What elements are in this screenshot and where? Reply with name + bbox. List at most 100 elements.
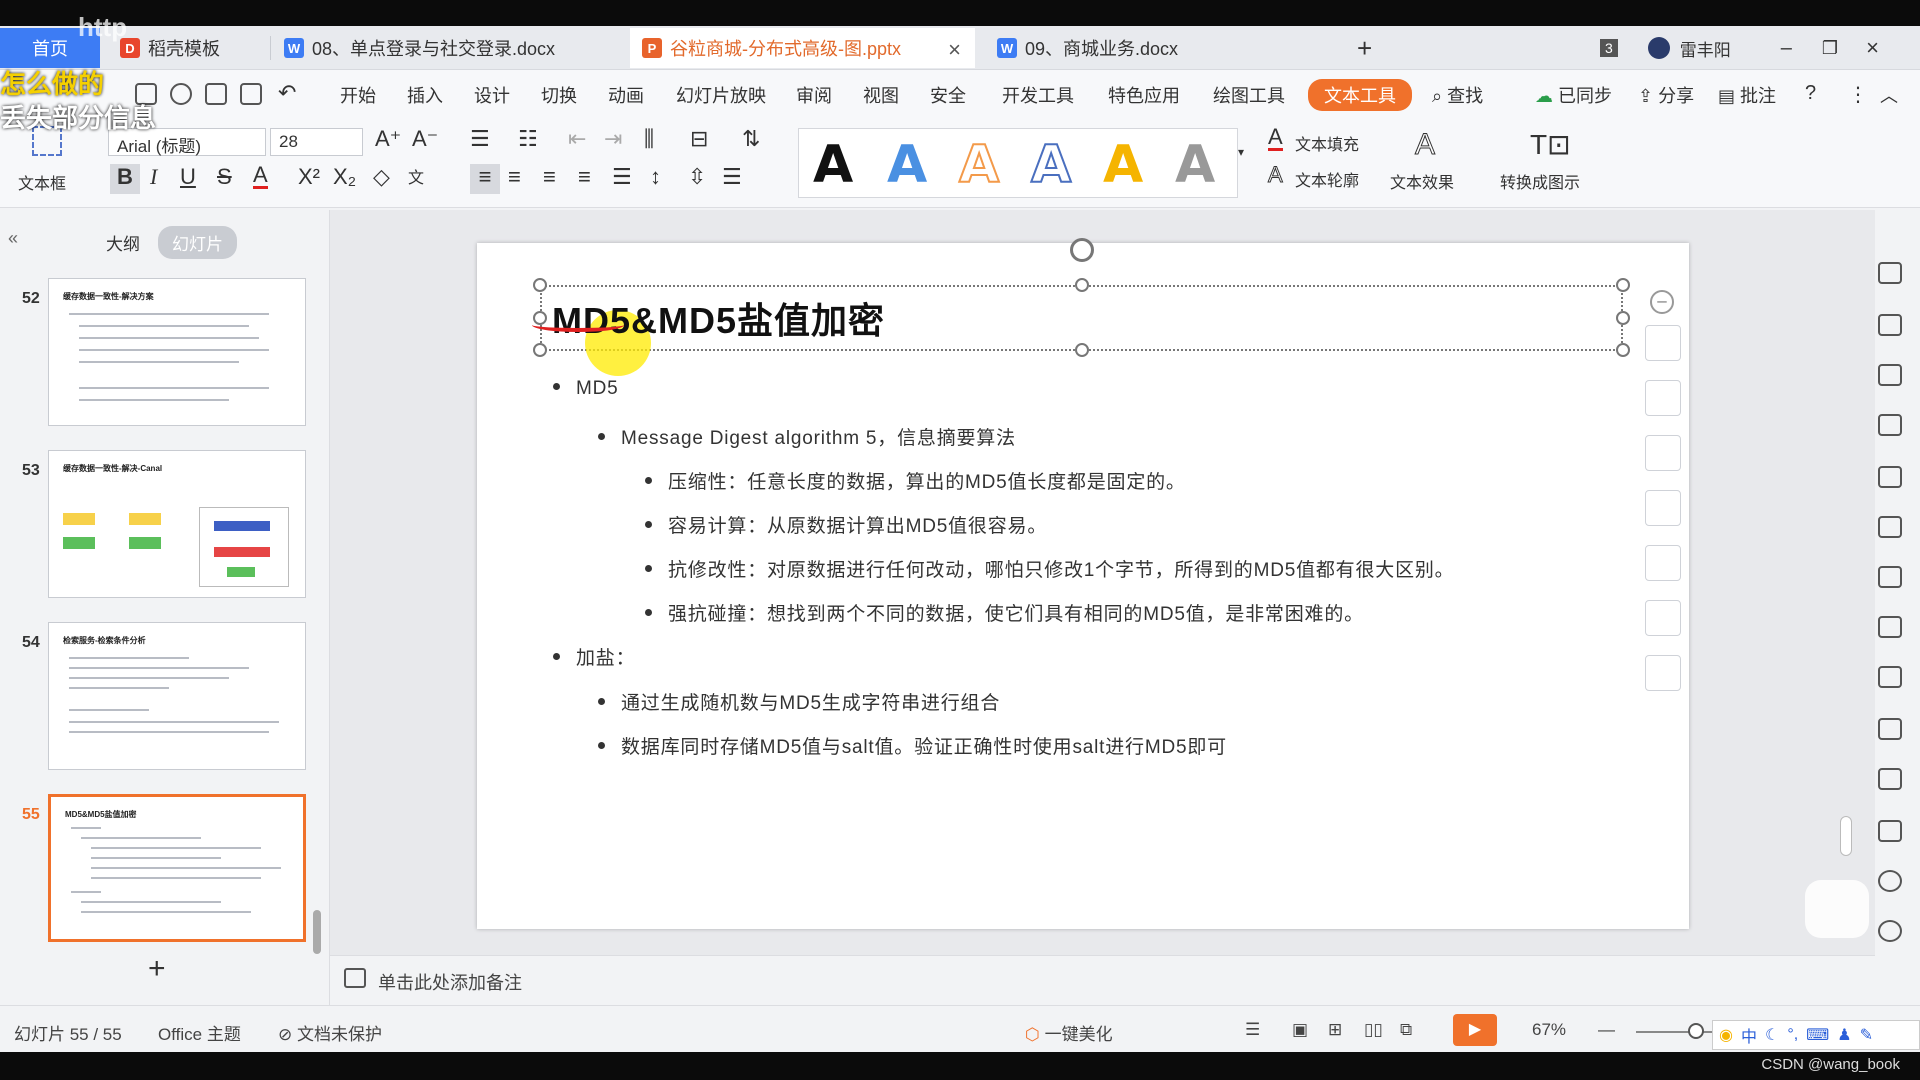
bullet-l2[interactable]: 通过生成随机数与MD5生成字符串进行组合 [598,688,1000,715]
zoom-slider-handle[interactable] [1688,1023,1704,1039]
presenter-view-icon[interactable]: ⧉ [1400,1020,1412,1040]
restore-icon[interactable]: ❐ [1822,38,1838,59]
distribute-button[interactable]: ☰ [612,164,632,190]
text-direction-icon[interactable]: ⇅ [742,126,760,152]
style-gold[interactable]: A [1103,135,1143,195]
collapse-ribbon-icon[interactable]: ︿ [1880,82,1898,108]
slide-thumbnail-53[interactable]: 缓存数据一致性-解决-Canal [48,450,306,598]
ime-user-icon[interactable]: ♟ [1837,1025,1851,1045]
format-painter-icon[interactable] [170,83,192,105]
slide-sorter-icon[interactable]: ⊞ [1328,1020,1342,1040]
notes-toggle-icon[interactable]: ☰ [1245,1020,1260,1040]
chart-icon[interactable] [1878,566,1902,588]
add-slide-button[interactable]: + [148,952,166,986]
ime-moon-icon[interactable]: ☾ [1765,1025,1779,1045]
star-icon[interactable] [1878,262,1902,284]
increase-font-icon[interactable]: A⁺ [375,126,401,152]
zoom-level[interactable]: 67% [1532,1020,1566,1040]
shape-icon[interactable] [1878,364,1902,386]
resize-handle[interactable] [533,278,547,292]
resize-handle[interactable] [1616,343,1630,357]
decrease-font-icon[interactable]: A⁻ [412,126,438,152]
collapse-panel-icon[interactable]: « [8,228,18,249]
text-outline-button[interactable]: 文本轮廓 [1295,167,1359,191]
menu-start[interactable]: 开始 [340,82,376,108]
align-right-button[interactable]: ≡ [543,164,556,190]
tab-template[interactable]: D 稻壳模板 [108,28,268,68]
print-preview-icon[interactable] [240,83,262,105]
table-icon[interactable] [1878,466,1902,488]
reading-view-icon[interactable]: ▯▯ [1364,1020,1383,1040]
undo-icon[interactable]: ↶ [278,80,296,106]
textbox-label[interactable]: 文本框 [18,170,66,194]
columns-icon[interactable]: ⫼ [644,126,654,152]
justify-button[interactable]: ≡ [578,164,591,190]
italic-button[interactable]: I [150,164,157,190]
gallery-more-icon[interactable]: ▾ [1238,145,1244,159]
rotate-handle-icon[interactable] [1070,238,1094,262]
convert-tool-icon[interactable] [1645,600,1681,636]
grid-icon[interactable] [1878,516,1902,538]
bullet-l3[interactable]: 强抗碰撞：想找到两个不同的数据，使它们具有相同的MD5值，是非常困难的。 [645,599,1364,626]
beautify-button[interactable]: ⬡ 一键美化 [1025,1020,1113,1045]
comment-button[interactable]: ▤ 批注 [1718,82,1776,108]
close-window-icon[interactable]: × [1866,35,1879,61]
more-icon[interactable]: ⋮ [1848,82,1868,107]
menu-slideshow[interactable]: 幻灯片放映 [676,82,766,108]
bullet-l2[interactable]: Message Digest algorithm 5，信息摘要算法 [598,423,1016,450]
menu-design[interactable]: 设计 [474,82,510,108]
video-play-icon[interactable] [1805,880,1869,938]
style-icon[interactable] [1878,414,1902,436]
archive-icon[interactable] [1878,768,1902,790]
new-tab-button[interactable]: + [1345,28,1385,68]
help-icon[interactable]: ? [1805,82,1816,105]
bold-button[interactable]: B [110,164,140,194]
zoom-out-icon[interactable]: — [1598,1020,1615,1040]
text-format-tool-icon[interactable] [1645,325,1681,361]
resize-handle[interactable] [1075,343,1089,357]
bullet-l1[interactable]: MD5 [553,378,619,400]
paragraph-spacing-icon[interactable]: ⇳ [688,164,706,190]
bullet-l3[interactable]: 容易计算：从原数据计算出MD5值很容易。 [645,511,1047,538]
line-spacing-icon[interactable]: ↕ [650,164,661,190]
slide-thumbnail-52[interactable]: 缓存数据一致性-解决方案 [48,278,306,426]
ime-chinese-icon[interactable]: 中 [1741,1023,1757,1047]
ime-settings-icon[interactable]: ✎ [1860,1025,1873,1045]
paragraph-settings-icon[interactable]: ☰ [722,164,742,190]
pen-tool-icon[interactable] [1645,435,1681,471]
font-color-button[interactable]: A [253,164,268,189]
text-effect-button[interactable]: 文本效果 [1390,169,1454,193]
font-size-select[interactable]: 28 [270,128,363,156]
bullet-l3[interactable]: 抗修改性：对原数据进行任何改动，哪怕只修改1个字节，所得到的MD5值都有很大区别… [645,555,1454,582]
menu-review[interactable]: 审阅 [796,82,832,108]
tab-pptx[interactable]: P 谷粒商城-分布式高级-图.pptx × [630,28,975,68]
resize-handle[interactable] [533,343,547,357]
gallery-icon[interactable] [1878,666,1902,688]
share-rail-icon[interactable] [1878,718,1902,740]
menu-developer[interactable]: 开发工具 [1002,82,1074,108]
tab-outline[interactable]: 大纲 [92,226,154,259]
fill-tool-icon[interactable] [1645,490,1681,526]
numbered-list-icon[interactable]: ☷ [518,126,538,152]
resize-handle[interactable] [1616,311,1630,325]
style-black[interactable]: A [813,135,853,195]
bullet-l3[interactable]: 压缩性：任意长度的数据，算出的MD5值长度都是固定的。 [645,467,1186,494]
audio-icon[interactable] [1878,870,1902,892]
eraser-icon[interactable]: ◇ [373,164,390,190]
bullet-l2[interactable]: 数据库同时存储MD5值与salt值。验证正确性时使用salt进行MD5即可 [598,732,1227,759]
tab-doc-mall[interactable]: W 09、商城业务.docx [985,28,1330,68]
outline-tool-icon[interactable] [1645,545,1681,581]
menu-text-tools[interactable]: 文本工具 [1308,79,1412,111]
bullet-l1[interactable]: 加盐： [553,643,635,670]
increase-indent-icon[interactable]: ⇥ [604,126,622,152]
ime-punct-icon[interactable]: °, [1787,1026,1798,1044]
shield-icon[interactable] [1878,920,1902,942]
strikethrough-button[interactable]: S [217,164,232,190]
decrease-indent-icon[interactable]: ⇤ [568,126,586,152]
tab-doc-sso[interactable]: W 08、单点登录与社交登录.docx [272,28,622,68]
menu-transition[interactable]: 切换 [541,82,577,108]
window-count-badge[interactable]: 3 [1600,39,1618,57]
resize-handle[interactable] [1075,278,1089,292]
style-orange-outline[interactable]: A [958,134,1000,196]
menu-animation[interactable]: 动画 [608,82,644,108]
